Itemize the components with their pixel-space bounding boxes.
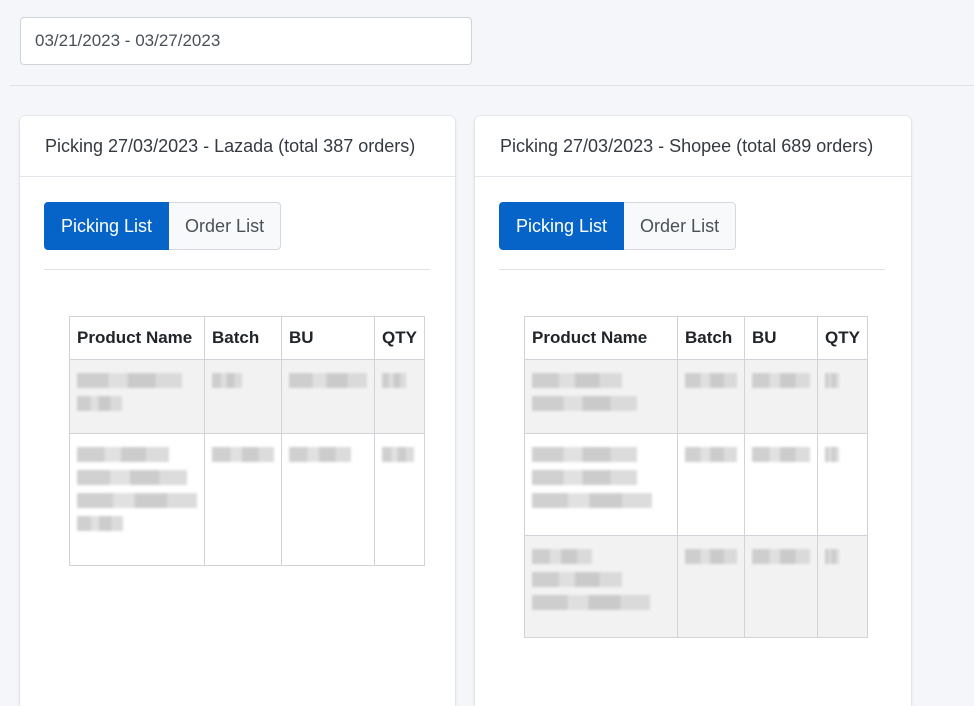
redacted-cell — [281, 433, 375, 566]
redacted-cell — [817, 359, 868, 434]
tab-picking-list[interactable]: Picking List — [499, 202, 625, 250]
column-header-product-name: Product Name — [69, 316, 205, 360]
redacted-cell — [204, 359, 282, 434]
column-header-product-name: Product Name — [524, 316, 678, 360]
column-header-qty: QTY — [374, 316, 425, 360]
redacted-cell — [677, 359, 745, 434]
table-row — [524, 535, 868, 638]
column-header-batch: Batch — [677, 316, 745, 360]
redacted-cell — [524, 359, 678, 434]
table-row — [524, 433, 868, 536]
redacted-cell — [744, 359, 818, 434]
divider — [44, 269, 430, 270]
table-header-row: Product Name Batch BU QTY — [524, 316, 868, 360]
tab-order-list[interactable]: Order List — [624, 202, 737, 250]
divider — [10, 85, 974, 86]
column-header-batch: Batch — [204, 316, 282, 360]
redacted-cell — [817, 535, 868, 638]
divider — [499, 269, 885, 270]
redacted-cell — [817, 433, 868, 536]
redacted-cell — [744, 535, 818, 638]
tab-picking-list[interactable]: Picking List — [44, 202, 170, 250]
picking-table: Product Name Batch BU QTY — [69, 316, 425, 566]
redacted-cell — [524, 433, 678, 536]
redacted-cell — [524, 535, 678, 638]
redacted-cell — [677, 535, 745, 638]
lazada-picking-card: Picking 27/03/2023 - Lazada (total 387 o… — [20, 116, 455, 706]
redacted-cell — [69, 359, 205, 434]
redacted-cell — [744, 433, 818, 536]
column-header-qty: QTY — [817, 316, 868, 360]
redacted-cell — [204, 433, 282, 566]
date-range-input[interactable] — [20, 17, 472, 65]
redacted-cell — [374, 359, 425, 434]
tab-group: Picking List Order List — [499, 202, 737, 250]
tab-order-list[interactable]: Order List — [169, 202, 282, 250]
table-row — [69, 359, 425, 434]
redacted-cell — [677, 433, 745, 536]
column-header-bu: BU — [281, 316, 375, 360]
card-title: Picking 27/03/2023 - Lazada (total 387 o… — [20, 116, 455, 177]
redacted-cell — [281, 359, 375, 434]
picking-table: Product Name Batch BU QTY — [524, 316, 868, 638]
tab-group: Picking List Order List — [44, 202, 282, 250]
redacted-cell — [69, 433, 205, 566]
redacted-cell — [374, 433, 425, 566]
table-row — [69, 433, 425, 566]
card-title: Picking 27/03/2023 - Shopee (total 689 o… — [475, 116, 911, 177]
shopee-picking-card: Picking 27/03/2023 - Shopee (total 689 o… — [475, 116, 911, 706]
column-header-bu: BU — [744, 316, 818, 360]
table-header-row: Product Name Batch BU QTY — [69, 316, 425, 360]
table-row — [524, 359, 868, 434]
